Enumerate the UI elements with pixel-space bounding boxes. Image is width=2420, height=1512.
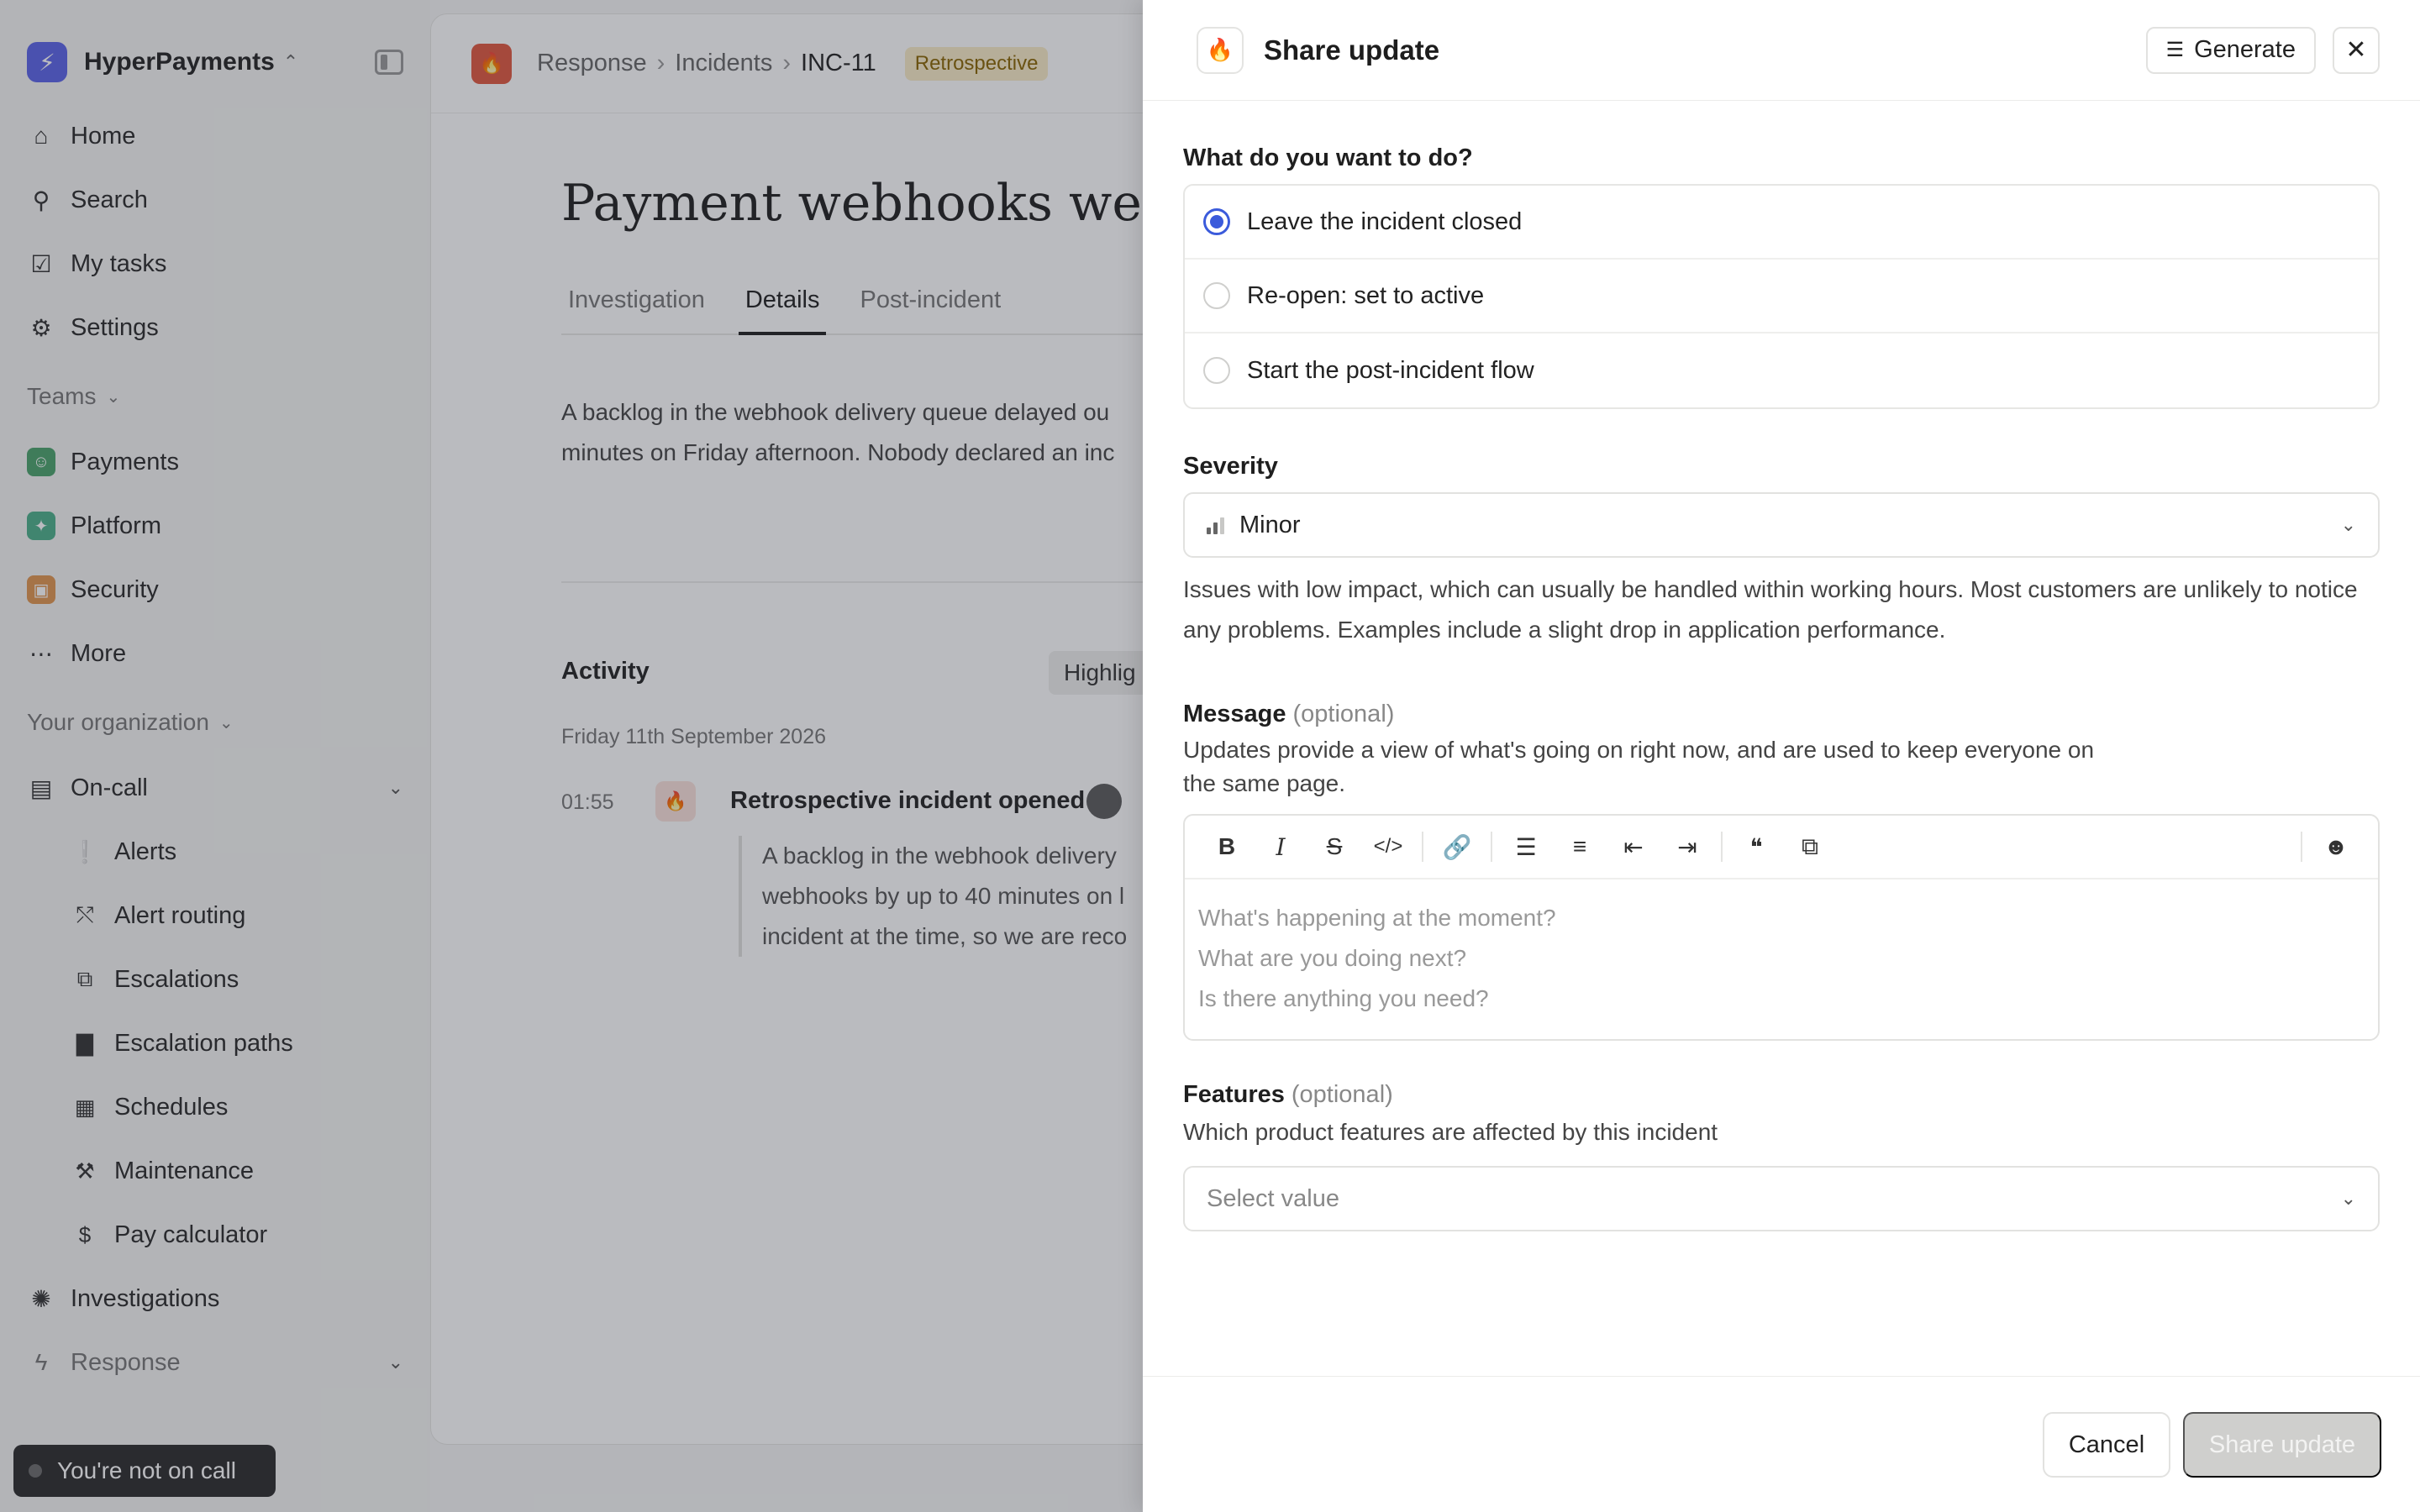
close-icon: ✕ [2345, 36, 2367, 64]
cancel-button[interactable]: Cancel [2043, 1412, 2170, 1478]
severity-value: Minor [1239, 511, 1301, 538]
message-textarea[interactable]: What's happening at the moment? What are… [1185, 879, 2378, 1037]
bold-icon[interactable]: B [1200, 822, 1254, 872]
message-editor: B I S </> 🔗 ☰ ≡ ⇤ ⇥ ❝ ⧉ ☻ What's happeni… [1183, 814, 2380, 1041]
option-leave-closed[interactable]: Leave the incident closed [1185, 186, 2378, 260]
bullet-list-icon[interactable]: ☰ [1499, 822, 1553, 872]
message-help: Updates provide a view of what's going o… [1183, 733, 2380, 801]
severity-label: Severity [1183, 453, 1278, 480]
emoji-icon[interactable]: ☻ [2309, 822, 2363, 872]
drawer-title: Share update [1264, 34, 1440, 66]
help-line: Updates provide a view of what's going o… [1183, 737, 2095, 763]
toolbar-divider [1422, 832, 1423, 862]
close-button[interactable]: ✕ [2333, 26, 2380, 74]
action-radio-group: Leave the incident closed Re-open: set t… [1183, 184, 2380, 409]
radio-checked-icon[interactable] [1203, 208, 1230, 235]
features-label: Features (optional) [1183, 1081, 2380, 1109]
outdent-icon[interactable]: ⇤ [1607, 822, 1660, 872]
severity-bars-icon [1207, 516, 1224, 534]
radio-icon[interactable] [1203, 357, 1230, 384]
code-icon[interactable]: </> [1361, 822, 1415, 872]
toolbar-divider [1721, 832, 1723, 862]
placeholder-line: What's happening at the moment? [1198, 905, 1556, 931]
option-label: Start the post-incident flow [1247, 356, 1534, 384]
toolbar-divider [2301, 832, 2302, 862]
share-update-drawer: 🔥 Share update ☰ Generate ✕ What do you … [1143, 0, 2420, 1512]
generate-label: Generate [2194, 36, 2296, 63]
italic-icon[interactable]: I [1254, 822, 1307, 872]
action-question-label: What do you want to do? [1183, 144, 1473, 171]
message-label: Message (optional) [1183, 701, 2380, 728]
flame-icon: 🔥 [1197, 26, 1244, 74]
features-select[interactable]: Select value ⌄ [1183, 1166, 2380, 1231]
option-post-incident-flow[interactable]: Start the post-incident flow [1185, 333, 2378, 407]
editor-toolbar: B I S </> 🔗 ☰ ≡ ⇤ ⇥ ❝ ⧉ ☻ [1185, 816, 2378, 879]
placeholder-line: What are you doing next? [1198, 945, 1467, 971]
chevron-down-icon: ⌄ [2340, 1188, 2356, 1209]
app-root: ⚡ HyperPayments ⌃ ⌂ Home ⚲ Search ☑ My t… [0, 0, 2420, 1512]
strikethrough-icon[interactable]: S [1307, 822, 1361, 872]
toolbar-divider [1491, 832, 1492, 862]
placeholder-line: Is there anything you need? [1198, 985, 1489, 1011]
features-placeholder: Select value [1207, 1184, 1339, 1212]
option-label: Re-open: set to active [1247, 281, 1485, 309]
share-update-button[interactable]: Share update [2183, 1412, 2381, 1478]
drawer-footer: Cancel Share update [1143, 1376, 2420, 1512]
features-help: Which product features are affected by t… [1183, 1119, 1718, 1145]
severity-description: Issues with low impact, which can usuall… [1183, 576, 2358, 643]
drawer-body: What do you want to do? Leave the incide… [1183, 101, 2380, 1231]
help-line: the same page. [1183, 770, 1346, 796]
indent-icon[interactable]: ⇥ [1660, 822, 1714, 872]
code-block-icon[interactable]: ⧉ [1783, 822, 1837, 872]
link-icon[interactable]: 🔗 [1430, 822, 1484, 872]
option-label: Leave the incident closed [1247, 207, 1523, 235]
drawer-header: 🔥 Share update ☰ Generate ✕ [1143, 0, 2420, 101]
generate-icon: ☰ [2165, 39, 2185, 61]
optional-tag: (optional) [1291, 1081, 1393, 1108]
radio-icon[interactable] [1203, 282, 1230, 309]
message-label-text: Message [1183, 701, 1286, 727]
option-reopen[interactable]: Re-open: set to active [1185, 260, 2378, 333]
numbered-list-icon[interactable]: ≡ [1553, 822, 1607, 872]
features-label-text: Features [1183, 1081, 1285, 1108]
chevron-down-icon: ⌄ [2340, 514, 2356, 535]
severity-select[interactable]: Minor ⌄ [1183, 492, 2380, 558]
generate-button[interactable]: ☰ Generate [2145, 26, 2316, 74]
quote-icon[interactable]: ❝ [1729, 822, 1783, 872]
optional-tag: (optional) [1292, 701, 1395, 727]
